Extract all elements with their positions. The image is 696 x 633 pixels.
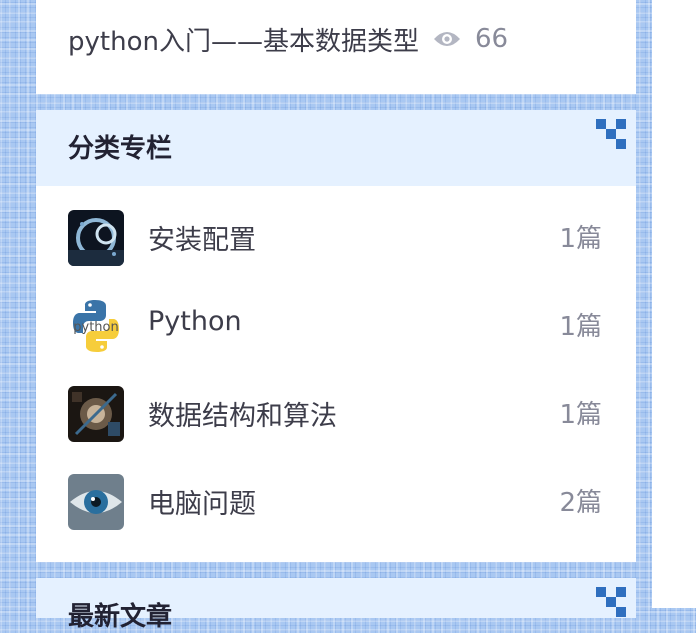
latest-articles-header: 最新文章 [36, 578, 636, 632]
category-card-header: 分类专栏 [36, 110, 636, 186]
category-item-computer-issues[interactable]: 电脑问题 2篇 [36, 462, 636, 550]
category-list: 安装配置 1篇 python Python 1篇 数据结构和算法 1篇 电脑问题… [36, 198, 636, 550]
eye-thumb-icon [68, 474, 124, 530]
view-count-value: 66 [474, 24, 509, 54]
svg-text:python: python [73, 320, 118, 335]
category-label[interactable]: Python [148, 306, 242, 337]
view-count: 66 [433, 24, 508, 54]
hot-article-item[interactable]: python入门——基本数据类型 66 [68, 20, 508, 58]
latest-articles-card: 最新文章 [36, 578, 636, 632]
right-panel [652, 0, 696, 608]
corner-decoration-icon [596, 587, 626, 617]
python-logo-icon: python [68, 298, 124, 354]
algorithm-thumb-icon [68, 386, 124, 442]
corner-decoration-icon [596, 119, 626, 149]
category-count: 2篇 [559, 488, 602, 518]
category-label[interactable]: 数据结构和算法 [148, 394, 337, 433]
category-count: 1篇 [559, 312, 602, 342]
category-count: 1篇 [559, 224, 602, 254]
category-item-python[interactable]: python Python 1篇 [36, 286, 636, 374]
category-count: 1篇 [559, 400, 602, 430]
category-item-install-config[interactable]: 安装配置 1篇 [36, 198, 636, 286]
settings-thumb-icon [68, 210, 124, 266]
eye-icon [433, 32, 460, 46]
latest-articles-title: 最新文章 [68, 602, 173, 632]
category-label[interactable]: 电脑问题 [148, 482, 256, 521]
category-label[interactable]: 安装配置 [148, 218, 256, 257]
category-card: 分类专栏 安装配置 1篇 python Python 1篇 数据结构和算法 1篇… [36, 110, 636, 562]
article-title[interactable]: python入门——基本数据类型 [68, 21, 419, 58]
hot-article-card: python入门——基本数据类型 66 [36, 0, 636, 94]
category-section-title: 分类专栏 [68, 134, 173, 164]
category-item-data-structures[interactable]: 数据结构和算法 1篇 [36, 374, 636, 462]
